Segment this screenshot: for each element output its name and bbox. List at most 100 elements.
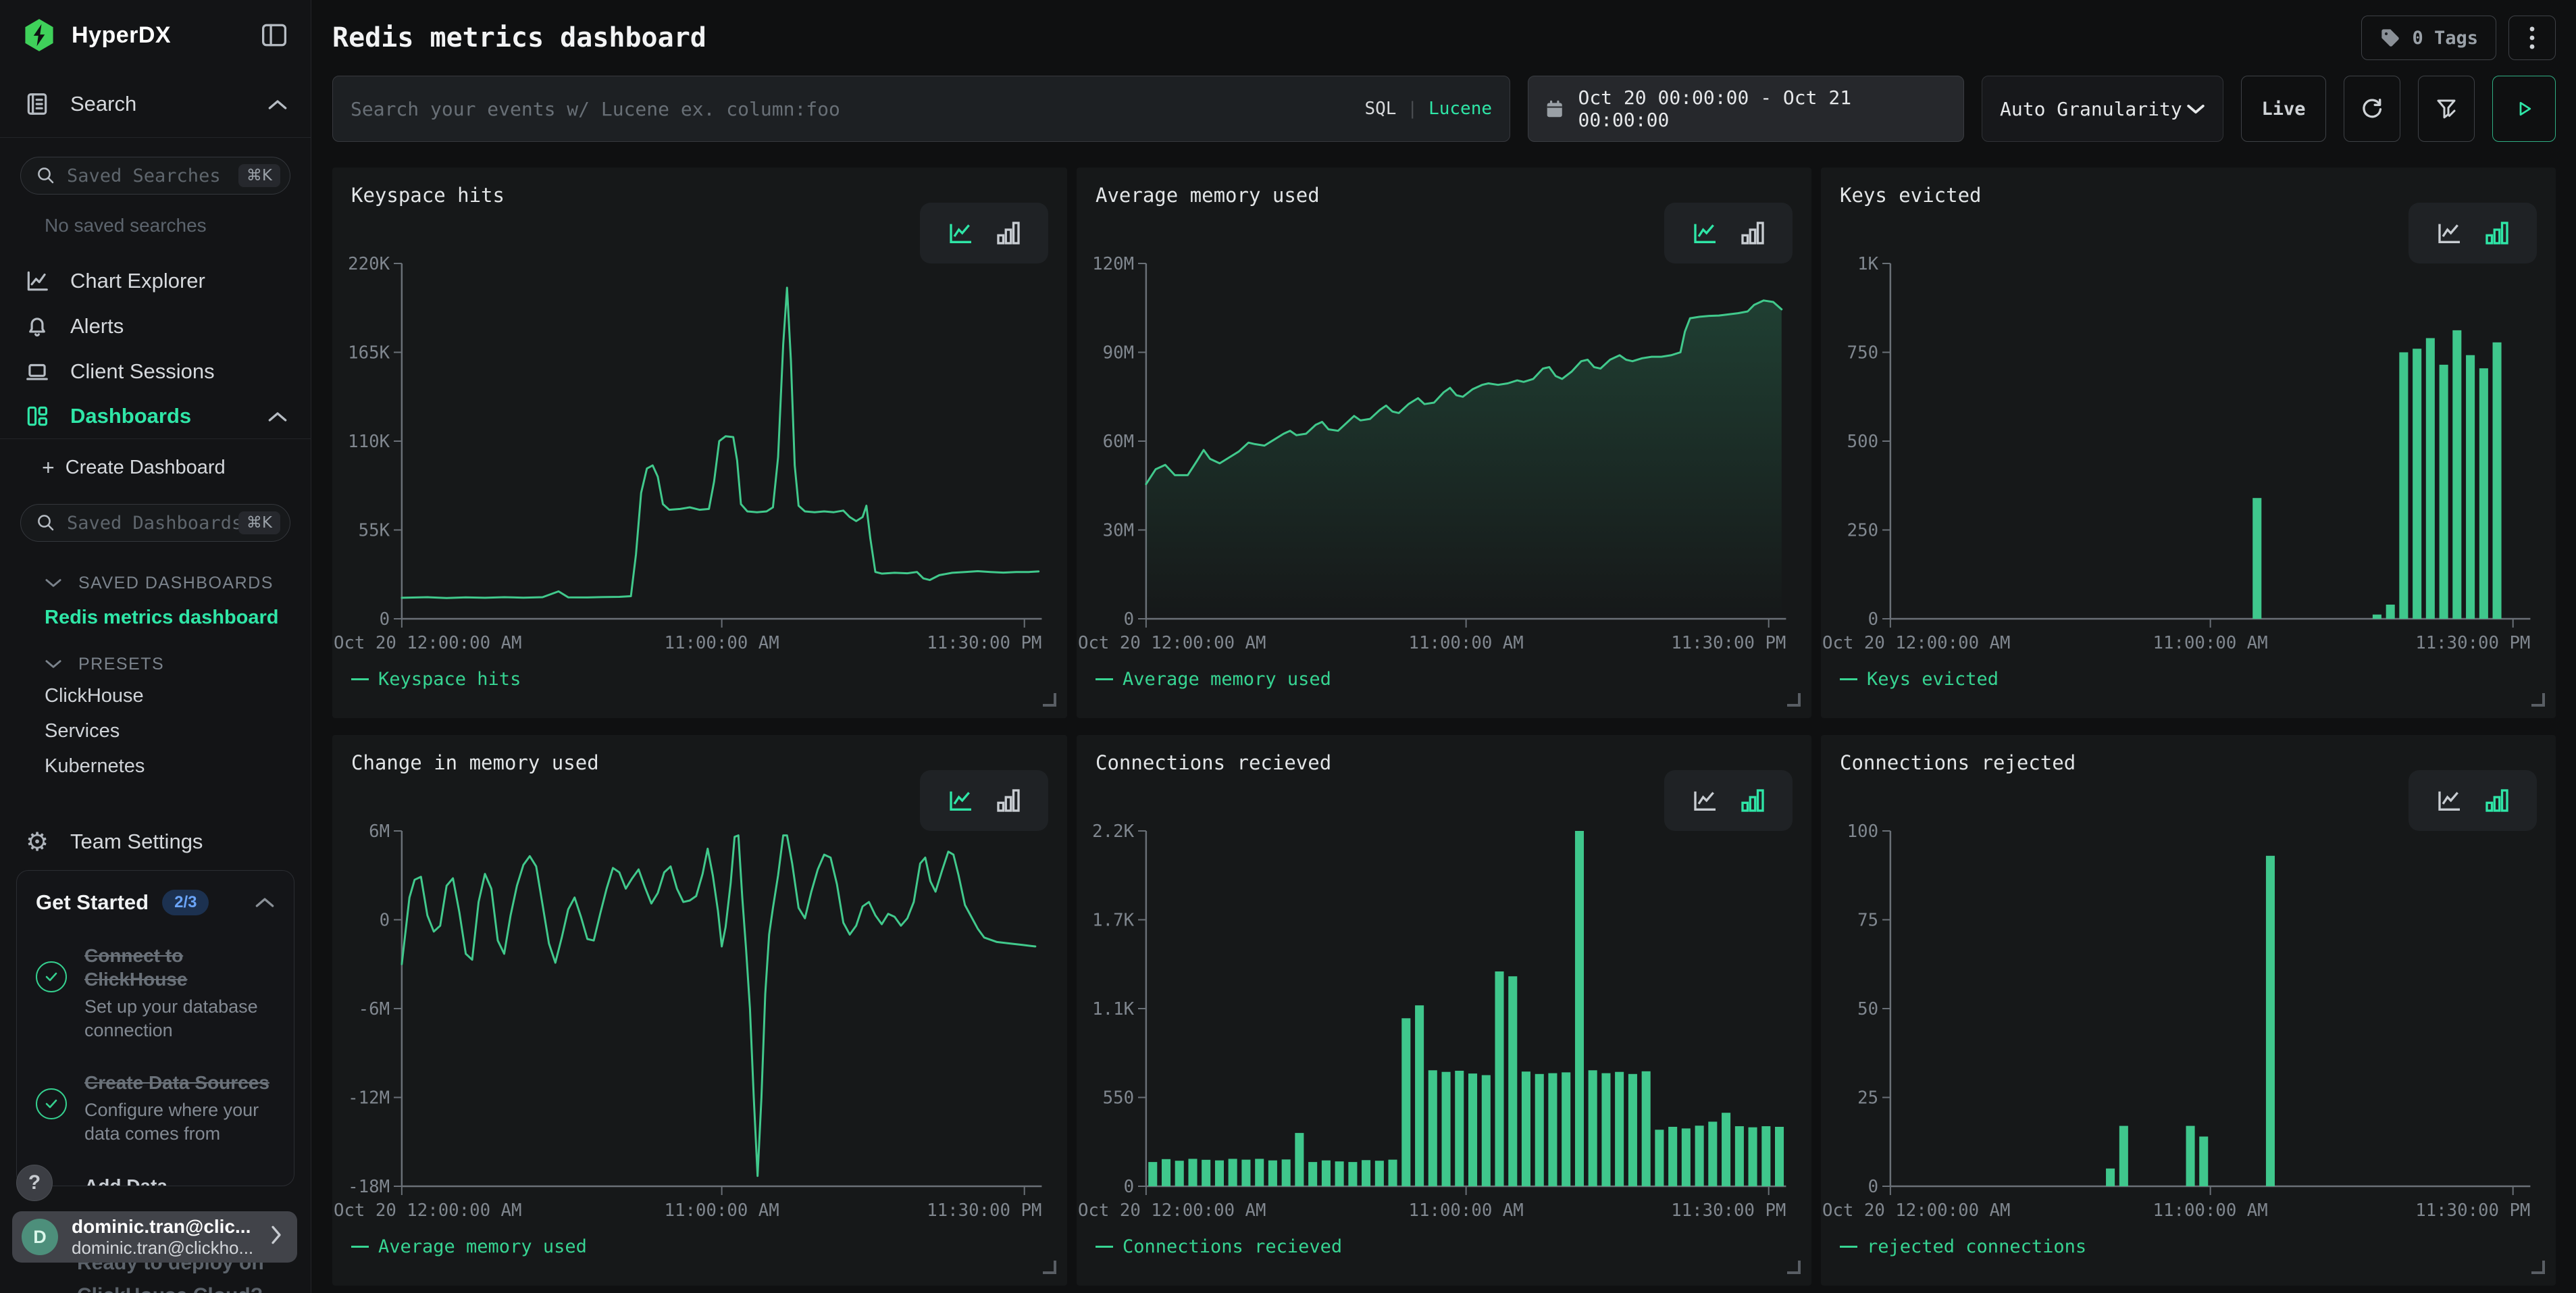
bar-chart-toggle-icon[interactable] [1738, 787, 1767, 814]
svg-text:0: 0 [380, 910, 390, 930]
line-chart-toggle-icon[interactable] [1690, 220, 1721, 247]
saved-dashboards-search[interactable]: ⌘K [20, 504, 290, 542]
sidebar-item-chart-explorer[interactable]: Chart Explorer [0, 258, 311, 303]
event-search-box[interactable]: SQL | Lucene [332, 76, 1510, 142]
chart-type-toggle [2408, 203, 2537, 263]
chart-legend[interactable]: Connections recieved [1096, 1236, 1342, 1257]
svg-text:550: 550 [1103, 1088, 1134, 1108]
run-query-button[interactable] [2492, 76, 2556, 142]
chart-canvas[interactable]: 120M90M60M30M0Oct 20 12:00:00 AM11:00:00… [1077, 249, 1811, 667]
legend-swatch [351, 1246, 369, 1248]
event-search-input[interactable] [351, 98, 1364, 120]
dashboard-menu-button[interactable] [2508, 16, 2556, 60]
sidebar-item-redis-dashboard[interactable]: Redis metrics dashboard [0, 597, 311, 638]
saved-dashboards-input[interactable] [67, 513, 238, 534]
saved-searches-input[interactable] [67, 166, 238, 186]
svg-text:1K: 1K [1857, 254, 1878, 274]
section-label: PRESETS [78, 655, 164, 674]
search-nav-icon [23, 90, 51, 118]
sidebar-collapse-icon[interactable] [259, 22, 289, 49]
get-started-step-datasources[interactable]: Create Data Sources Configure where your… [36, 1071, 275, 1146]
sidebar-item-client-sessions[interactable]: Client Sessions [0, 349, 311, 394]
svg-text:30M: 30M [1103, 520, 1134, 540]
sidebar-item-alerts[interactable]: Alerts [0, 303, 311, 349]
svg-text:2.2K: 2.2K [1092, 821, 1134, 842]
chart-canvas[interactable]: 6M0-6M-12M-18MOct 20 12:00:00 AM11:00:00… [332, 816, 1067, 1235]
step-desc: Set up your database connection [84, 995, 275, 1042]
svg-text:11:00:00 AM: 11:00:00 AM [2153, 1200, 2268, 1221]
chevron-right-icon [269, 1225, 284, 1250]
svg-text:Oct 20 12:00:00 AM: Oct 20 12:00:00 AM [1822, 633, 2011, 653]
line-chart-toggle-icon[interactable] [946, 220, 977, 247]
sidebar-item-services[interactable]: Services [0, 713, 311, 749]
refresh-button[interactable] [2344, 76, 2400, 142]
saved-searches-search[interactable]: ⌘K [20, 157, 290, 195]
resize-handle-icon[interactable] [2531, 1261, 2545, 1274]
date-range-picker[interactable]: Oct 20 00:00:00 - Oct 21 00:00:00 [1528, 76, 1964, 142]
chart-canvas[interactable]: 2.2K1.7K1.1K5500Oct 20 12:00:00 AM11:00:… [1077, 816, 1811, 1235]
resize-handle-icon[interactable] [2531, 693, 2545, 707]
get-started-card: Get Started 2/3 Connect to ClickHouse Se… [16, 870, 294, 1186]
chevron-up-icon[interactable] [255, 892, 275, 913]
sidebar-item-kubernetes[interactable]: Kubernetes [0, 749, 311, 784]
lucene-mode-toggle[interactable]: Lucene [1428, 99, 1492, 119]
svg-text:11:00:00 AM: 11:00:00 AM [665, 633, 779, 653]
resize-handle-icon[interactable] [1787, 693, 1801, 707]
saved-dashboards-section-header[interactable]: SAVED DASHBOARDS [45, 569, 311, 597]
chart-legend[interactable]: Average memory used [1096, 669, 1331, 690]
chart-legend[interactable]: Keyspace hits [351, 669, 521, 690]
get-started-step-add-data[interactable]: 3 Add Data Start sending logs, metrics, … [36, 1174, 275, 1186]
sql-mode-toggle[interactable]: SQL [1364, 99, 1396, 119]
get-started-step-connect[interactable]: Connect to ClickHouse Set up your databa… [36, 944, 275, 1042]
gear-icon: ⚙ [23, 828, 51, 856]
line-chart-toggle-icon[interactable] [2434, 787, 2465, 814]
svg-text:0: 0 [1868, 609, 1878, 630]
line-chart-toggle-icon[interactable] [1690, 787, 1721, 814]
bar-chart-toggle-icon[interactable] [994, 787, 1023, 814]
chart-canvas[interactable]: 1007550250Oct 20 12:00:00 AM11:00:00 AM1… [1821, 816, 2556, 1235]
svg-text:110K: 110K [348, 432, 390, 452]
presets-section-header[interactable]: PRESETS [45, 650, 311, 678]
resize-handle-icon[interactable] [1043, 693, 1056, 707]
chevron-down-icon [45, 578, 62, 588]
granularity-select[interactable]: Auto Granularity [1982, 76, 2223, 142]
chart-title: Keyspace hits [351, 184, 505, 207]
shortcut-badge: ⌘K [238, 511, 280, 534]
chart-legend[interactable]: Average memory used [351, 1236, 587, 1257]
line-chart-toggle-icon[interactable] [946, 787, 977, 814]
bar-chart-toggle-icon[interactable] [2483, 787, 2511, 814]
chart-canvas[interactable]: 220K165K110K55K0Oct 20 12:00:00 AM11:00:… [332, 249, 1067, 667]
user-profile-button[interactable]: D dominic.tran@clic... dominic.tran@clic… [12, 1211, 297, 1263]
create-dashboard-button[interactable]: + Create Dashboard [0, 446, 311, 489]
live-button[interactable]: Live [2241, 76, 2326, 142]
chart-panel-keyspace-hits: Keyspace hits 220K165K110K55K0Oct 20 12:… [332, 168, 1067, 718]
svg-text:0: 0 [380, 609, 390, 630]
tags-button[interactable]: 0 Tags [2361, 16, 2496, 60]
chart-canvas[interactable]: 1K7505002500Oct 20 12:00:00 AM11:00:00 A… [1821, 249, 2556, 667]
chart-legend[interactable]: Keys evicted [1840, 669, 1999, 690]
svg-text:Oct 20 12:00:00 AM: Oct 20 12:00:00 AM [1078, 1200, 1266, 1221]
sidebar-item-label: Chart Explorer [70, 269, 205, 293]
sidebar-item-dashboards[interactable]: Dashboards [0, 394, 311, 439]
help-button[interactable]: ? [16, 1165, 53, 1201]
filter-button[interactable] [2418, 76, 2475, 142]
chevron-up-icon[interactable] [267, 92, 288, 116]
bar-chart-toggle-icon[interactable] [2483, 220, 2511, 247]
bar-chart-toggle-icon[interactable] [994, 220, 1023, 247]
svg-text:Oct 20 12:00:00 AM: Oct 20 12:00:00 AM [1822, 1200, 2011, 1221]
sidebar-item-team-settings[interactable]: ⚙ Team Settings [0, 817, 311, 866]
calendar-icon [1545, 98, 1564, 120]
resize-handle-icon[interactable] [1787, 1261, 1801, 1274]
create-dashboard-label: Create Dashboard [66, 457, 226, 479]
chart-legend[interactable]: rejected connections [1840, 1236, 2086, 1257]
progress-badge: 2/3 [162, 890, 209, 915]
bar-chart-toggle-icon[interactable] [1738, 220, 1767, 247]
chevron-up-icon[interactable] [267, 404, 288, 428]
tags-label: 0 Tags [2412, 28, 2478, 49]
sidebar-item-search[interactable]: Search [0, 70, 311, 138]
step-title: Add Data [84, 1174, 248, 1186]
resize-handle-icon[interactable] [1043, 1261, 1056, 1274]
sidebar-item-clickhouse[interactable]: ClickHouse [0, 678, 311, 713]
svg-text:25: 25 [1857, 1088, 1878, 1108]
line-chart-toggle-icon[interactable] [2434, 220, 2465, 247]
